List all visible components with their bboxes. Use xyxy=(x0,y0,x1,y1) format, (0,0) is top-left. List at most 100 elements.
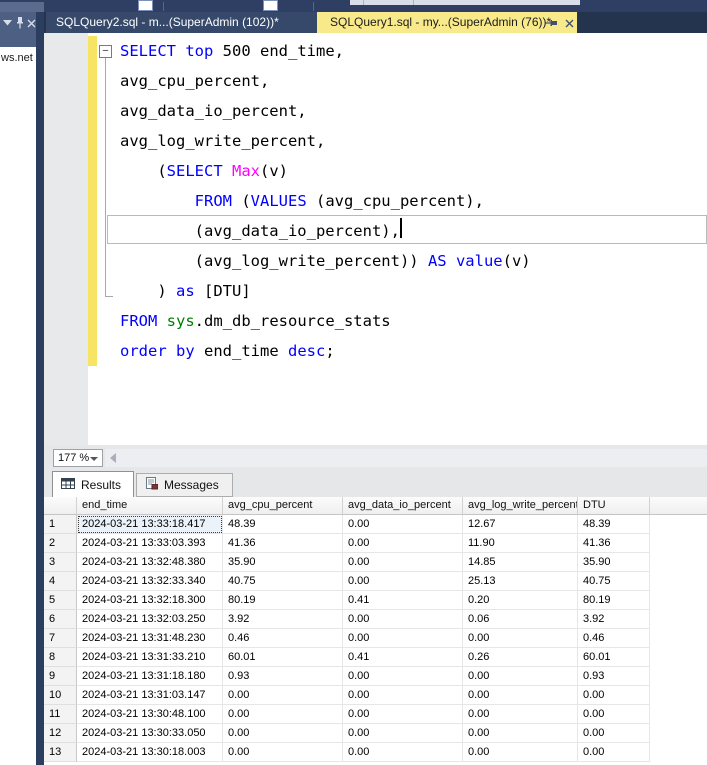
grid-column-header[interactable]: avg_cpu_percent xyxy=(223,497,343,515)
close-icon[interactable] xyxy=(563,17,575,29)
grid-cell[interactable]: 48.39 xyxy=(578,515,650,534)
row-number-cell[interactable]: 8 xyxy=(44,648,77,667)
grid-column-header[interactable]: avg_data_io_percent xyxy=(343,497,463,515)
tab-sqlquery2[interactable]: SQLQuery2.sql - m...(SuperAdmin (102))* xyxy=(46,12,317,33)
grid-cell[interactable]: 0.26 xyxy=(463,648,578,667)
grid-cell[interactable]: 35.90 xyxy=(578,553,650,572)
grid-cell[interactable]: 0.00 xyxy=(463,667,578,686)
pin-icon[interactable] xyxy=(545,17,557,29)
grid-cell[interactable]: 0.00 xyxy=(463,724,578,743)
scroll-left-icon[interactable] xyxy=(110,453,116,463)
tab-messages[interactable]: Messages xyxy=(136,473,233,497)
row-number-cell[interactable]: 2 xyxy=(44,534,77,553)
grid-cell[interactable]: 0.00 xyxy=(223,686,343,705)
sql-editor[interactable]: − SELECT top 500 end_time, avg_cpu_percen… xyxy=(44,33,707,445)
grid-column-header[interactable]: avg_log_write_percent xyxy=(463,497,578,515)
grid-cell[interactable]: 0.00 xyxy=(223,724,343,743)
grid-cell[interactable]: 0.00 xyxy=(343,572,463,591)
grid-cell[interactable]: 2024-03-21 13:31:33.210 xyxy=(77,648,223,667)
grid-cell[interactable]: 0.41 xyxy=(343,648,463,667)
grid-cell[interactable]: 14.85 xyxy=(463,553,578,572)
grid-cell[interactable]: 2024-03-21 13:32:18.300 xyxy=(77,591,223,610)
row-number-cell[interactable]: 3 xyxy=(44,553,77,572)
grid-cell[interactable]: 0.00 xyxy=(343,686,463,705)
grid-cell[interactable]: 0.00 xyxy=(343,724,463,743)
grid-cell[interactable]: 0.00 xyxy=(463,686,578,705)
grid-cell[interactable]: 41.36 xyxy=(578,534,650,553)
grid-cell[interactable]: 25.13 xyxy=(463,572,578,591)
grid-cell[interactable]: 41.36 xyxy=(223,534,343,553)
grid-cell[interactable]: 48.39 xyxy=(223,515,343,534)
grid-cell[interactable]: 0.00 xyxy=(578,743,650,762)
grid-cell[interactable]: 2024-03-21 13:30:33.050 xyxy=(77,724,223,743)
row-number-cell[interactable]: 10 xyxy=(44,686,77,705)
grid-cell[interactable]: 0.00 xyxy=(578,705,650,724)
row-number-cell[interactable]: 13 xyxy=(44,743,77,762)
grid-cell[interactable]: 0.00 xyxy=(463,743,578,762)
grid-cell[interactable]: 0.93 xyxy=(578,667,650,686)
grid-cell[interactable]: 12.67 xyxy=(463,515,578,534)
row-number-cell[interactable]: 9 xyxy=(44,667,77,686)
row-number-cell[interactable]: 5 xyxy=(44,591,77,610)
tab-results[interactable]: Results xyxy=(52,471,134,497)
grid-cell[interactable]: 40.75 xyxy=(223,572,343,591)
grid-cell[interactable]: 0.00 xyxy=(223,705,343,724)
grid-cell[interactable]: 0.20 xyxy=(463,591,578,610)
row-number-cell[interactable]: 6 xyxy=(44,610,77,629)
grid-cell[interactable]: 2024-03-21 13:32:33.340 xyxy=(77,572,223,591)
grid-cell[interactable]: 0.00 xyxy=(578,686,650,705)
close-icon[interactable] xyxy=(26,17,36,29)
toolbar-combo-edge[interactable] xyxy=(263,0,278,11)
grid-cell[interactable]: 0.93 xyxy=(223,667,343,686)
grid-cell[interactable]: 2024-03-21 13:30:48.100 xyxy=(77,705,223,724)
pin-icon[interactable] xyxy=(14,17,25,29)
grid-cell[interactable]: 0.41 xyxy=(343,591,463,610)
grid-cell[interactable]: 3.92 xyxy=(223,610,343,629)
chevron-down-icon[interactable] xyxy=(2,17,13,29)
grid-cell[interactable]: 2024-03-21 13:31:48.230 xyxy=(77,629,223,648)
grid-cell[interactable]: 2024-03-21 13:33:03.393 xyxy=(77,534,223,553)
grid-column-header[interactable]: end_time xyxy=(77,497,223,515)
grid-cell[interactable]: 0.00 xyxy=(343,534,463,553)
grid-cell[interactable]: 2024-03-21 13:32:48.380 xyxy=(77,553,223,572)
grid-cell[interactable]: 0.00 xyxy=(578,724,650,743)
grid-cell[interactable]: 80.19 xyxy=(223,591,343,610)
grid-cell[interactable]: 11.90 xyxy=(463,534,578,553)
grid-corner-cell[interactable] xyxy=(44,497,77,515)
grid-cell[interactable]: 60.01 xyxy=(223,648,343,667)
grid-cell[interactable]: 0.00 xyxy=(343,667,463,686)
grid-cell[interactable]: 2024-03-21 13:31:18.180 xyxy=(77,667,223,686)
grid-cell[interactable]: 0.46 xyxy=(223,629,343,648)
grid-cell[interactable]: 2024-03-21 13:32:03.250 xyxy=(77,610,223,629)
grid-cell[interactable]: 0.00 xyxy=(343,629,463,648)
chevron-down-icon[interactable] xyxy=(90,457,98,461)
zoom-dropdown[interactable]: 177 % xyxy=(53,449,103,467)
grid-cell[interactable]: 0.06 xyxy=(463,610,578,629)
grid-cell[interactable]: 2024-03-21 13:30:18.003 xyxy=(77,743,223,762)
row-number-cell[interactable]: 11 xyxy=(44,705,77,724)
toolbar-combo-edge[interactable] xyxy=(138,0,153,11)
grid-cell[interactable]: 2024-03-21 13:31:03.147 xyxy=(77,686,223,705)
grid-cell[interactable]: 0.00 xyxy=(343,743,463,762)
panel-splitter[interactable] xyxy=(36,12,44,765)
row-number-cell[interactable]: 4 xyxy=(44,572,77,591)
grid-cell[interactable]: 80.19 xyxy=(578,591,650,610)
collapse-region-icon[interactable]: − xyxy=(99,45,112,58)
grid-cell[interactable]: 40.75 xyxy=(578,572,650,591)
grid-cell[interactable]: 0.00 xyxy=(223,743,343,762)
grid-cell[interactable]: 60.01 xyxy=(578,648,650,667)
row-number-cell[interactable]: 12 xyxy=(44,724,77,743)
grid-cell[interactable]: 0.00 xyxy=(343,705,463,724)
grid-cell[interactable]: 0.46 xyxy=(578,629,650,648)
row-number-cell[interactable]: 1 xyxy=(44,515,77,534)
grid-cell[interactable]: 0.00 xyxy=(343,553,463,572)
grid-cell[interactable]: 0.00 xyxy=(343,515,463,534)
grid-cell[interactable]: 0.00 xyxy=(343,610,463,629)
row-number-cell[interactable]: 7 xyxy=(44,629,77,648)
grid-cell[interactable]: 0.00 xyxy=(463,705,578,724)
grid-cell[interactable]: 3.92 xyxy=(578,610,650,629)
selected-grid-cell[interactable]: 2024-03-21 13:33:18.417 xyxy=(77,515,223,534)
grid-cell[interactable]: 0.00 xyxy=(463,629,578,648)
grid-column-header[interactable]: DTU xyxy=(578,497,650,515)
tab-sqlquery1[interactable]: SQLQuery1.sql - my...(SuperAdmin (76))* xyxy=(317,12,577,33)
